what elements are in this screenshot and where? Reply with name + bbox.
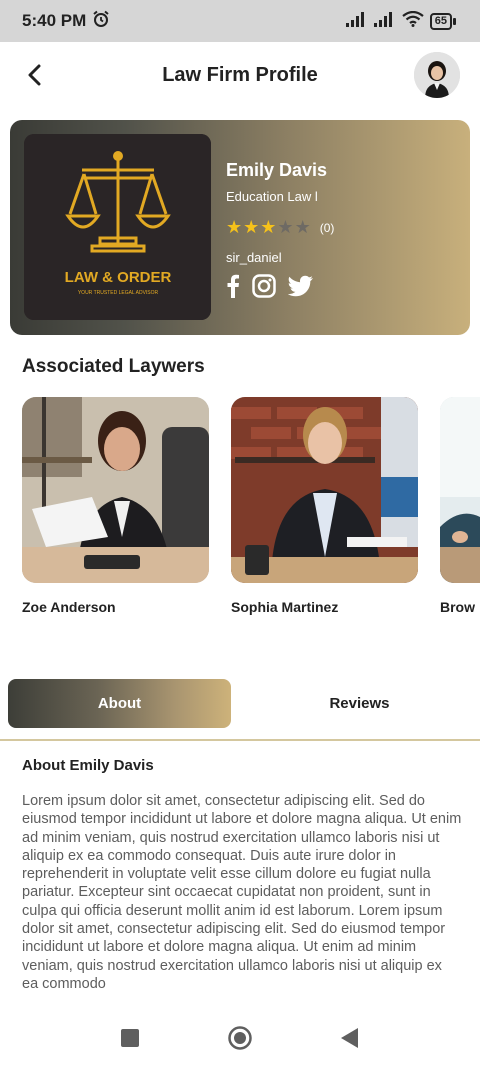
lawyer-name: Sophia Martinez bbox=[231, 599, 339, 615]
back-arrow-icon bbox=[28, 64, 41, 86]
home-circle-icon bbox=[228, 1026, 252, 1050]
tab-about[interactable]: About bbox=[8, 679, 231, 728]
home-button[interactable] bbox=[227, 1025, 253, 1051]
back-triangle-icon bbox=[341, 1028, 358, 1048]
back-button[interactable] bbox=[20, 60, 48, 90]
star-icon: ★ bbox=[277, 217, 294, 237]
facebook-icon[interactable] bbox=[226, 274, 240, 303]
rating-count: (0) bbox=[319, 221, 335, 235]
star-icon: ★ bbox=[243, 217, 260, 237]
lawyer-card[interactable]: Sophia Martinez bbox=[231, 397, 418, 615]
star-icon: ★ bbox=[226, 217, 243, 237]
lawyer-name: Zoe Anderson bbox=[22, 599, 116, 615]
battery-icon: 65 bbox=[429, 12, 456, 30]
signal-icon-2 bbox=[373, 11, 396, 32]
wifi-icon bbox=[402, 10, 424, 32]
page-title: Law Firm Profile bbox=[162, 63, 318, 86]
lawyer-card[interactable]: Zoe Anderson bbox=[22, 397, 209, 615]
system-back-button[interactable] bbox=[337, 1025, 363, 1051]
lawyer-card[interactable]: Brow bbox=[440, 397, 480, 615]
app-header: Law Firm Profile bbox=[0, 42, 480, 108]
star-rating: ★★★★★ bbox=[226, 218, 312, 238]
alarm-icon bbox=[92, 10, 110, 33]
system-nav-bar bbox=[0, 1009, 480, 1067]
social-links bbox=[226, 274, 334, 303]
logo-tagline: YOUR TRUSTED LEGAL ADVISOR bbox=[78, 290, 159, 296]
user-avatar[interactable] bbox=[414, 52, 460, 98]
profile-info: Emily Davis Education Law l ★★★★★ (0) si… bbox=[226, 160, 334, 303]
profile-username: sir_daniel bbox=[226, 250, 282, 265]
profile-tabs: About Reviews bbox=[0, 679, 480, 741]
lawyer-photo bbox=[22, 397, 209, 583]
profile-card: LAW & ORDER YOUR TRUSTED LEGAL ADVISOR E… bbox=[10, 120, 470, 335]
status-bar: 5:40 PM 65 bbox=[0, 0, 480, 42]
lawyer-name: Brow bbox=[440, 599, 475, 615]
status-time: 5:40 PM bbox=[22, 11, 87, 30]
firm-logo: LAW & ORDER YOUR TRUSTED LEGAL ADVISOR bbox=[24, 134, 211, 320]
rating-row: ★★★★★ (0) bbox=[226, 218, 334, 238]
instagram-icon[interactable] bbox=[252, 274, 276, 303]
twitter-icon[interactable] bbox=[287, 275, 314, 302]
lawyer-photo bbox=[440, 397, 480, 583]
tab-reviews[interactable]: Reviews bbox=[248, 679, 471, 728]
star-icon: ★ bbox=[294, 217, 311, 237]
profile-specialty: Education Law l bbox=[226, 189, 318, 204]
lawyer-photo bbox=[231, 397, 418, 583]
recents-button[interactable] bbox=[117, 1025, 143, 1051]
profile-name: Emily Davis bbox=[226, 160, 328, 180]
battery-level: 65 bbox=[429, 12, 452, 30]
about-body: Lorem ipsum dolor sit amet, consectetur … bbox=[22, 793, 462, 992]
signal-icon bbox=[345, 11, 368, 32]
star-icon: ★ bbox=[260, 217, 277, 237]
lawyers-carousel[interactable]: Zoe Anderson Sophia Martinez Brow bbox=[22, 397, 480, 627]
logo-text: LAW & ORDER bbox=[65, 269, 172, 286]
lawyers-section-title: Associated Laywers bbox=[22, 356, 205, 377]
about-title: About Emily Davis bbox=[22, 757, 154, 774]
square-icon bbox=[121, 1029, 139, 1047]
